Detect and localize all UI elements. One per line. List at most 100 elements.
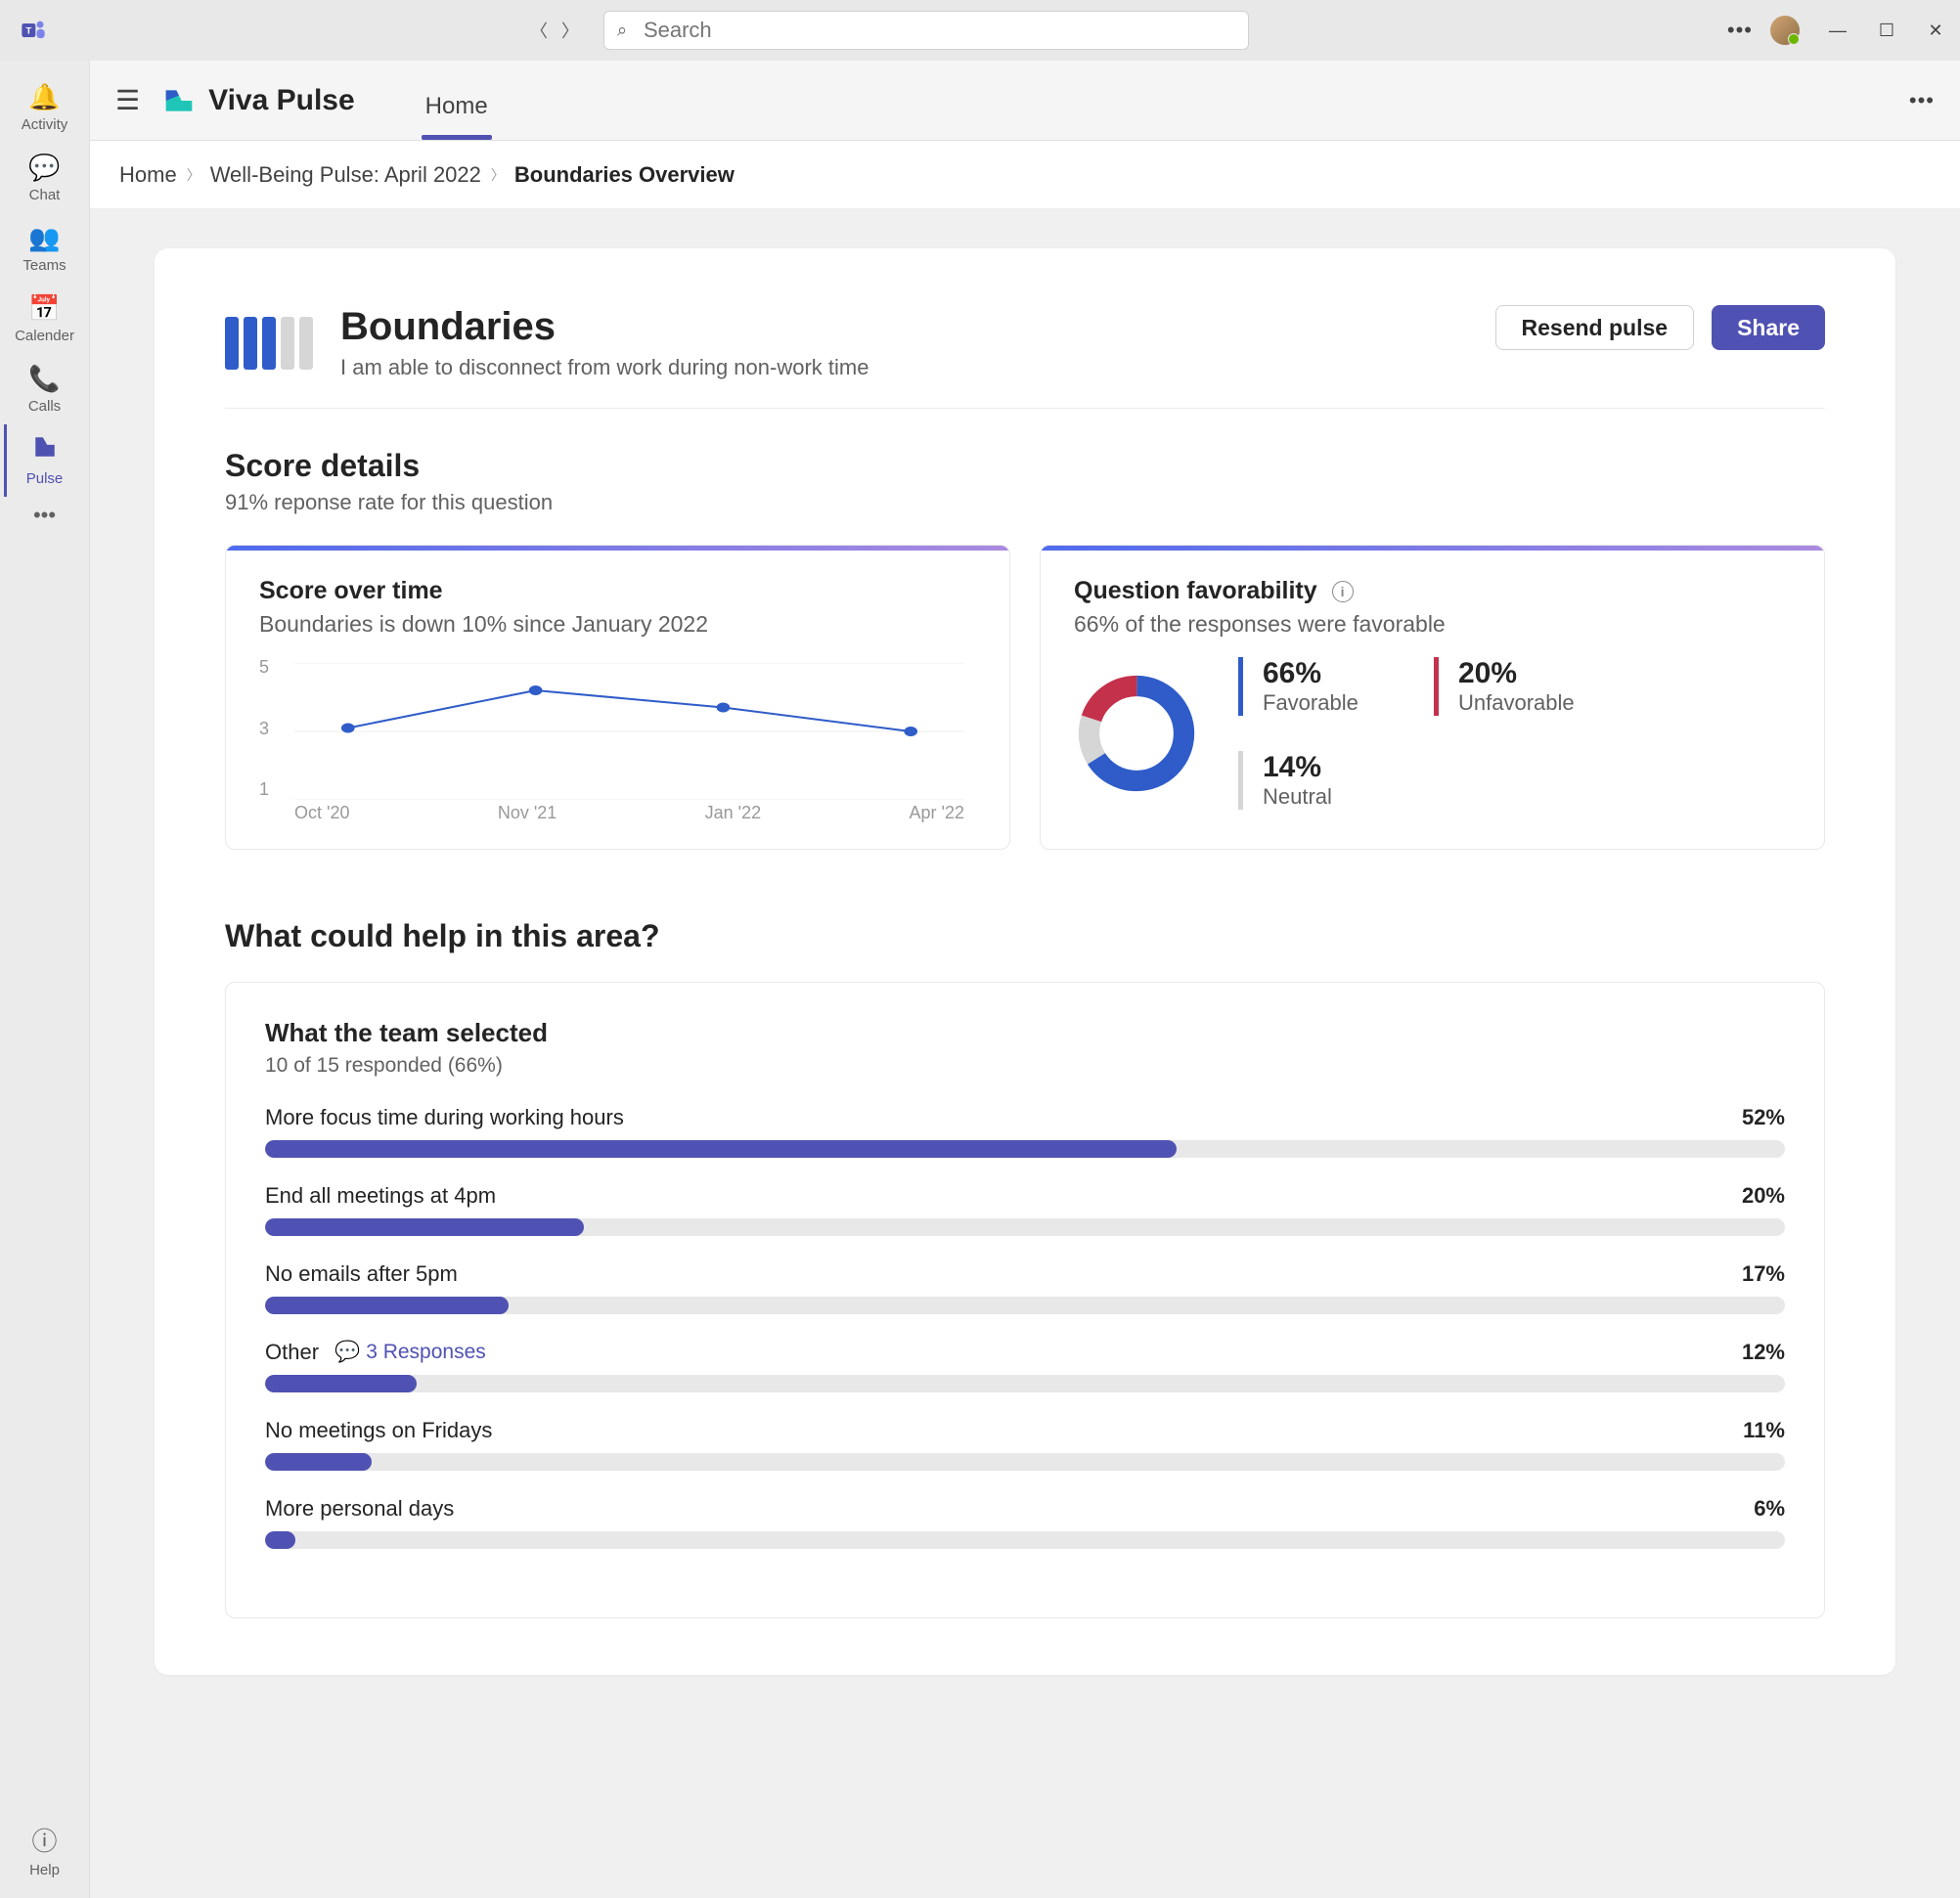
help-row-bar <box>265 1453 1785 1471</box>
rail-calendar[interactable]: 📅 Calender <box>4 284 82 354</box>
help-section-title: What could help in this area? <box>225 918 1825 954</box>
rail-pulse[interactable]: Pulse <box>4 424 82 497</box>
rail-activity[interactable]: 🔔 Activity <box>4 72 82 143</box>
rail-teams[interactable]: 👥 Teams <box>4 213 82 284</box>
breadcrumb-home[interactable]: Home <box>119 162 177 188</box>
main-content: Boundaries I am able to disconnect from … <box>90 209 1960 1898</box>
help-row-label: More personal days <box>265 1496 454 1522</box>
help-row-percent: 20% <box>1742 1183 1785 1209</box>
tab-bar: Home <box>414 61 500 140</box>
rail-label: Activity <box>22 116 68 133</box>
score-line-chart: 531 Oct '20Nov '21Jan '22Apr '22 <box>259 657 976 823</box>
nav-back-button[interactable]: 〈 <box>525 17 553 44</box>
page-subtitle: I am able to disconnect from work during… <box>340 355 869 380</box>
responses-link[interactable]: 💬 3 Responses <box>334 1341 486 1364</box>
score-over-time-card: Score over time Boundaries is down 10% s… <box>225 545 1010 850</box>
help-row-bar <box>265 1375 1785 1392</box>
user-avatar[interactable] <box>1770 16 1800 45</box>
help-row-label: End all meetings at 4pm <box>265 1183 496 1209</box>
help-row: End all meetings at 4pm 20% <box>265 1183 1785 1236</box>
help-row: No meetings on Fridays 11% <box>265 1418 1785 1471</box>
search-wrapper: ⌕ <box>603 11 1249 50</box>
help-row-percent: 17% <box>1742 1261 1785 1287</box>
favorability-donut-chart <box>1074 671 1199 796</box>
favorability-title: Question favorability i <box>1074 577 1791 605</box>
left-rail: 🔔 Activity 💬 Chat 👥 Teams 📅 Calender 📞 C… <box>0 61 90 1898</box>
help-row-label: No meetings on Fridays <box>265 1418 492 1443</box>
favorability-card: Question favorability i 66% of the respo… <box>1040 545 1825 850</box>
app-more-button[interactable]: ••• <box>1909 88 1935 112</box>
chevron-right-icon: 〉 <box>187 165 200 185</box>
maximize-button[interactable]: ☐ <box>1874 18 1899 43</box>
rail-label: Help <box>29 1862 60 1878</box>
teams-icon: 👥 <box>28 223 60 253</box>
close-button[interactable]: ✕ <box>1923 18 1948 43</box>
bell-icon: 🔔 <box>28 82 60 112</box>
info-icon[interactable]: i <box>1332 581 1354 602</box>
minimize-button[interactable]: — <box>1825 18 1850 43</box>
help-card-title: What the team selected <box>265 1018 1785 1048</box>
help-row-percent: 52% <box>1742 1105 1785 1130</box>
score-over-time-title: Score over time <box>259 577 976 605</box>
help-row-bar <box>265 1218 1785 1236</box>
help-row-percent: 6% <box>1754 1496 1785 1522</box>
window-controls: — ☐ ✕ <box>1825 18 1948 43</box>
breadcrumb-parent[interactable]: Well-Being Pulse: April 2022 <box>210 162 481 188</box>
favorability-subtitle: 66% of the responses were favorable <box>1074 611 1791 638</box>
score-cards: Score over time Boundaries is down 10% s… <box>225 545 1825 850</box>
content-card: Boundaries I am able to disconnect from … <box>155 248 1895 1675</box>
breadcrumb-current: Boundaries Overview <box>514 162 735 188</box>
help-row-percent: 11% <box>1743 1418 1785 1443</box>
search-input[interactable] <box>603 11 1249 50</box>
help-card: What the team selected 10 of 15 responde… <box>225 982 1825 1618</box>
rail-label: Calls <box>28 398 61 415</box>
breadcrumb: Home 〉 Well-Being Pulse: April 2022 〉 Bo… <box>90 141 1960 209</box>
svg-text:T: T <box>25 26 31 36</box>
titlebar-right: ••• — ☐ ✕ <box>1727 16 1948 45</box>
calendar-icon: 📅 <box>28 293 60 324</box>
rail-label: Chat <box>29 187 61 203</box>
comment-icon: 💬 <box>334 1341 360 1364</box>
rail-more[interactable]: ••• <box>4 497 82 542</box>
app-header: ☰ Viva Pulse Home ••• <box>90 61 1960 141</box>
legend-unfavorable: 20% Unfavorable <box>1434 657 1575 716</box>
chevron-right-icon: 〉 <box>491 165 505 185</box>
legend-neutral: 14% Neutral <box>1238 751 1770 810</box>
rail-help[interactable]: ⓘ Help <box>4 1812 82 1888</box>
help-row-label: Other <box>265 1340 319 1365</box>
chat-icon: 💬 <box>28 153 60 183</box>
legend-favorable: 66% Favorable <box>1238 657 1375 716</box>
help-card-subtitle: 10 of 15 responded (66%) <box>265 1054 1785 1078</box>
rail-chat[interactable]: 💬 Chat <box>4 143 82 213</box>
title-bar: T 〈 〉 ⌕ ••• — ☐ ✕ <box>0 0 1960 61</box>
more-icon: ••• <box>33 503 56 528</box>
favorability-legend: 66% Favorable 20% Unfavorable 14% Neutra… <box>1238 657 1770 810</box>
page-title: Boundaries <box>340 305 869 349</box>
rail-label: Pulse <box>26 470 64 487</box>
rail-label: Calender <box>15 328 74 344</box>
help-row-bar <box>265 1531 1785 1549</box>
titlebar-more-button[interactable]: ••• <box>1727 18 1753 43</box>
resend-pulse-button[interactable]: Resend pulse <box>1495 305 1695 350</box>
score-details-title: Score details <box>225 448 1825 484</box>
rail-calls[interactable]: 📞 Calls <box>4 354 82 424</box>
help-icon: ⓘ <box>31 1822 57 1858</box>
hamburger-button[interactable]: ☰ <box>115 84 140 116</box>
nav-forward-button[interactable]: 〉 <box>557 17 584 44</box>
tab-home[interactable]: Home <box>414 93 500 140</box>
nav-arrows: 〈 〉 <box>525 17 584 44</box>
teams-logo-icon: T <box>20 17 47 44</box>
score-details-subtitle: 91% reponse rate for this question <box>225 490 1825 515</box>
help-row: No emails after 5pm 17% <box>265 1261 1785 1314</box>
help-row-label: More focus time during working hours <box>265 1105 624 1130</box>
help-row: More focus time during working hours 52% <box>265 1105 1785 1158</box>
app-title: Viva Pulse <box>208 84 355 117</box>
rail-label: Teams <box>22 257 66 274</box>
help-row-label: No emails after 5pm <box>265 1261 458 1287</box>
help-row: Other 💬 3 Responses 12% <box>265 1340 1785 1392</box>
share-button[interactable]: Share <box>1712 305 1825 350</box>
viva-pulse-logo-icon <box>163 85 195 116</box>
help-row-percent: 12% <box>1742 1340 1785 1365</box>
score-over-time-subtitle: Boundaries is down 10% since January 202… <box>259 611 976 638</box>
search-icon: ⌕ <box>617 21 627 41</box>
